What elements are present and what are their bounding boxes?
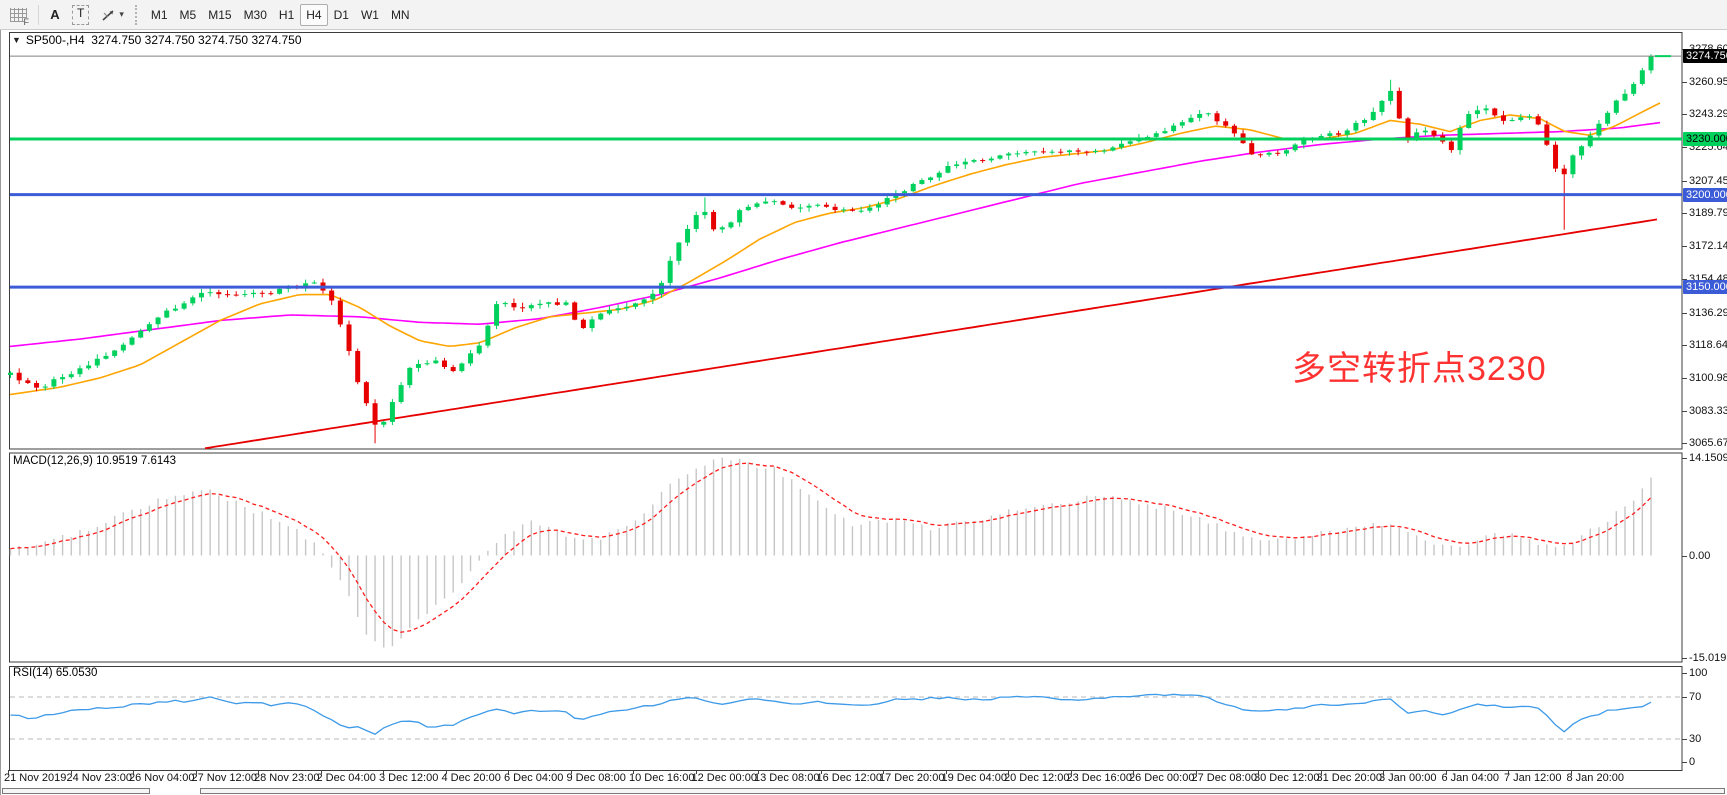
text-label-button[interactable]: A <box>44 4 66 26</box>
chart-title[interactable]: ▼ SP500-,H4 3274.750 3274.750 3274.750 32… <box>12 33 302 47</box>
tab-timeframe-H1[interactable]: H1 <box>273 4 300 26</box>
grid-f-label: F <box>24 18 30 27</box>
annotation-text: 多空转折点3230 <box>1292 341 1547 390</box>
grid-toggle-button[interactable]: F <box>4 4 33 26</box>
toolbar-grip[interactable] <box>135 5 140 25</box>
time-axis-label: 13 Dec 08:00 <box>754 772 819 784</box>
scrollbar-left-segment[interactable] <box>2 788 150 794</box>
time-axis-label: 10 Dec 16:00 <box>629 772 694 784</box>
time-axis-label: 21 Nov 2019 <box>4 772 66 784</box>
time-axis-label: 17 Dec 20:00 <box>879 772 944 784</box>
time-axis-label: 26 Nov 04:00 <box>129 772 194 784</box>
tab-timeframe-H4[interactable]: H4 <box>300 4 327 26</box>
time-axis-label: 2 Dec 04:00 <box>317 772 376 784</box>
chevron-down-icon: ▾ <box>119 9 124 20</box>
tab-timeframe-D1[interactable]: D1 <box>328 4 355 26</box>
time-axis[interactable]: 21 Nov 201924 Nov 23:0026 Nov 04:0027 No… <box>0 772 1727 788</box>
rsi-indicator-label: RSI(14) 65.0530 <box>13 667 97 679</box>
macd-indicator-label: MACD(12,26,9) 10.9519 7.6143 <box>13 455 176 467</box>
time-axis-label: 26 Dec 00:00 <box>1129 772 1194 784</box>
grid-icon: F <box>10 8 27 22</box>
time-axis-label: 20 Dec 12:00 <box>1004 772 1069 784</box>
time-axis-label: 16 Dec 12:00 <box>817 772 882 784</box>
time-axis-label: 6 Jan 04:00 <box>1442 772 1500 784</box>
toolbar: F A T ▾ M1M5M15M30H1H4D1W1MN <box>0 0 1727 30</box>
text-box-button[interactable]: T <box>66 4 95 26</box>
chart-title-text: SP500-,H4 3274.750 3274.750 3274.750 327… <box>26 33 302 47</box>
time-axis-label: 3 Dec 12:00 <box>379 772 438 784</box>
tab-timeframe-M5[interactable]: M5 <box>174 4 203 26</box>
tab-timeframe-MN[interactable]: MN <box>385 4 416 26</box>
scrollbar-thumb[interactable] <box>200 788 1725 794</box>
time-axis-label: 31 Dec 20:00 <box>1317 772 1382 784</box>
symbol-dropdown-icon[interactable]: ▼ <box>12 35 21 45</box>
time-axis-label: 9 Dec 08:00 <box>567 772 626 784</box>
text-box-icon: T <box>72 5 89 25</box>
toolbar-separator <box>38 5 39 25</box>
time-axis-label: 6 Dec 04:00 <box>504 772 563 784</box>
time-axis-label: 24 Nov 23:00 <box>67 772 132 784</box>
time-axis-label: 28 Nov 23:00 <box>254 772 319 784</box>
rsi-panel-border <box>10 667 1683 771</box>
macd-panel-border <box>10 453 1683 662</box>
time-axis-label: 8 Jan 20:00 <box>1567 772 1625 784</box>
time-axis-label: 19 Dec 04:00 <box>942 772 1007 784</box>
macd-panel-canvas[interactable] <box>0 452 1727 665</box>
timeframe-buttons: M1M5M15M30H1H4D1W1MN <box>145 4 416 26</box>
tab-timeframe-M15[interactable]: M15 <box>202 4 237 26</box>
rsi-panel-canvas[interactable] <box>0 665 1727 772</box>
tab-timeframe-M1[interactable]: M1 <box>145 4 174 26</box>
time-axis-label: 3 Jan 00:00 <box>1379 772 1437 784</box>
time-axis-label: 12 Dec 00:00 <box>692 772 757 784</box>
tab-timeframe-W1[interactable]: W1 <box>355 4 385 26</box>
tab-timeframe-M30[interactable]: M30 <box>238 4 273 26</box>
time-axis-label: 4 Dec 20:00 <box>442 772 501 784</box>
time-axis-label: 30 Dec 12:00 <box>1254 772 1319 784</box>
line-studies-button[interactable]: ▾ <box>95 4 130 26</box>
time-axis-label: 27 Nov 12:00 <box>192 772 257 784</box>
time-axis-label: 27 Dec 08:00 <box>1192 772 1257 784</box>
time-axis-label: 7 Jan 12:00 <box>1504 772 1562 784</box>
trading-terminal: F A T ▾ M1M5M15M30H1H4D1W1MN ▼ SP500-,H4 … <box>0 0 1727 795</box>
time-axis-label: 23 Dec 16:00 <box>1067 772 1132 784</box>
line-tools-icon <box>101 7 117 23</box>
